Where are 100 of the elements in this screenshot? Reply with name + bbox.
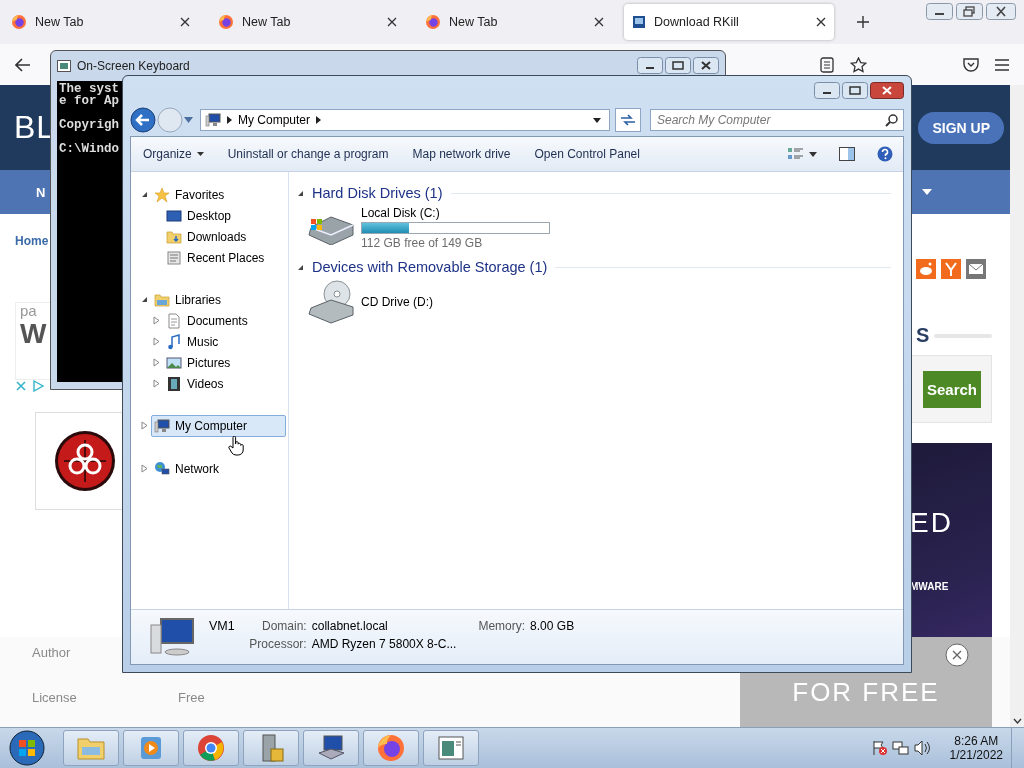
clock-time: 8:26 AM [954, 734, 999, 748]
close-icon[interactable] [816, 17, 826, 27]
close-icon[interactable] [594, 17, 604, 27]
back-icon[interactable] [15, 57, 31, 72]
nav-item[interactable]: Documents [163, 309, 286, 332]
biohazard-icon [54, 430, 116, 492]
search-button[interactable]: Search [922, 370, 981, 408]
cd-drive-icon[interactable] [307, 280, 355, 324]
nav-item[interactable]: Pictures [163, 351, 286, 374]
chevron-icon[interactable] [227, 116, 232, 124]
collapsed-arrow-icon[interactable] [141, 421, 148, 430]
maximize-button[interactable] [842, 82, 868, 99]
reader-view-icon[interactable] [820, 56, 834, 73]
nav-item[interactable]: Recent Places [163, 246, 286, 269]
action-center-flag-icon[interactable] [871, 740, 888, 756]
browser-tab[interactable]: New Tab [3, 4, 198, 40]
volume-icon[interactable] [913, 740, 932, 756]
close-button[interactable] [693, 57, 719, 74]
sign-up-button[interactable]: SIGN UP [918, 111, 1004, 144]
hacker-news-icon[interactable] [941, 259, 961, 279]
library-folder-icon [154, 291, 170, 308]
history-dropdown-icon[interactable] [184, 117, 193, 123]
drive-name[interactable]: Local Disk (C:) [361, 206, 550, 220]
close-icon[interactable] [180, 17, 190, 27]
reddit-icon[interactable] [916, 259, 936, 279]
pocket-icon[interactable] [963, 57, 979, 72]
restore-button[interactable] [956, 3, 983, 20]
refresh-button[interactable] [615, 108, 641, 132]
menu-icon[interactable] [995, 58, 1009, 71]
clock[interactable]: 8:26 AM 1/21/2022 [949, 734, 1003, 762]
nav-item[interactable]: Favorites [151, 183, 286, 206]
mail-icon[interactable] [966, 259, 986, 279]
collapsed-arrow-icon[interactable] [141, 464, 148, 473]
nav-link[interactable]: N [36, 184, 46, 200]
nav-item[interactable]: Network [151, 457, 286, 480]
console-line: e for Ap [59, 95, 119, 107]
taskbar-button[interactable] [243, 730, 299, 766]
detail-value: collabnet.local [311, 619, 388, 633]
film-icon [166, 375, 182, 392]
browser-tab[interactable]: Download RKill [624, 4, 834, 40]
expanded-arrow-icon[interactable] [141, 296, 148, 303]
info-label: License [32, 690, 78, 705]
firefox-icon [376, 733, 406, 763]
browser-tab[interactable]: New Tab [417, 4, 612, 40]
window-title: On-Screen Keyboard [77, 59, 190, 73]
caret-icon[interactable] [809, 151, 817, 157]
nav-item[interactable]: Desktop [163, 204, 286, 227]
banner-text: MWARE [910, 581, 950, 592]
collapsed-arrow-icon[interactable] [153, 316, 160, 325]
nav-item[interactable]: Videos [163, 372, 286, 395]
close-button[interactable] [986, 3, 1016, 20]
chevron-icon[interactable] [316, 116, 322, 124]
nav-item[interactable]: Music [163, 330, 286, 353]
drive-name[interactable]: CD Drive (D:) [361, 295, 433, 309]
nav-item[interactable]: Libraries [151, 288, 286, 311]
taskbar-button[interactable] [423, 730, 479, 766]
taskbar-button[interactable] [303, 730, 359, 766]
minimize-button[interactable] [637, 57, 663, 74]
preview-pane-icon[interactable] [839, 147, 855, 161]
collapsed-arrow-icon[interactable] [153, 379, 160, 388]
nav-item[interactable]: My Computer [151, 414, 286, 437]
taskbar-button[interactable] [363, 730, 419, 766]
expanded-arrow-icon[interactable] [141, 191, 148, 198]
desktop-icon [166, 207, 182, 224]
scroll-down-icon[interactable] [1012, 718, 1022, 724]
expanded-arrow-icon[interactable] [297, 189, 304, 197]
ad-headline: W [20, 318, 47, 350]
dropdown-icon[interactable] [593, 117, 601, 123]
network-status-icon[interactable] [891, 740, 910, 756]
close-icon[interactable] [387, 17, 397, 27]
command-button[interactable]: Organize [137, 143, 210, 165]
search-field[interactable]: Search My Computer [650, 109, 904, 131]
taskbar-button[interactable] [183, 730, 239, 766]
group-heading[interactable]: Hard Disk Drives (1) [312, 185, 443, 201]
back-button[interactable] [130, 107, 156, 133]
command-button[interactable]: Open Control Panel [528, 143, 646, 165]
maximize-button[interactable] [665, 57, 691, 74]
command-button[interactable]: Map network drive [406, 143, 517, 165]
firefox-icon [11, 14, 27, 30]
console-line: Copyrigh [59, 119, 119, 131]
caret-icon[interactable] [196, 152, 204, 156]
minimize-button[interactable] [814, 82, 840, 99]
group-heading[interactable]: Devices with Removable Storage (1) [312, 259, 548, 275]
minimize-button[interactable] [926, 3, 953, 20]
expanded-arrow-icon[interactable] [297, 263, 304, 271]
nav-item[interactable]: Downloads [163, 225, 286, 248]
scrollbar[interactable] [1010, 85, 1024, 727]
collapsed-arrow-icon[interactable] [153, 358, 160, 367]
new-tab-icon[interactable] [856, 15, 870, 29]
browser-tab[interactable]: New Tab [210, 4, 405, 40]
close-icon[interactable] [945, 643, 969, 667]
command-button[interactable]: Uninstall or change a program [221, 143, 395, 165]
help-icon[interactable] [877, 146, 893, 162]
start-button[interactable] [9, 730, 45, 766]
close-button[interactable] [870, 82, 904, 99]
bookmark-star-icon[interactable] [850, 56, 867, 73]
address-bar[interactable]: My Computer [200, 109, 610, 131]
search-icon[interactable] [885, 114, 898, 127]
computer-icon [205, 112, 221, 128]
collapsed-arrow-icon[interactable] [153, 337, 160, 346]
